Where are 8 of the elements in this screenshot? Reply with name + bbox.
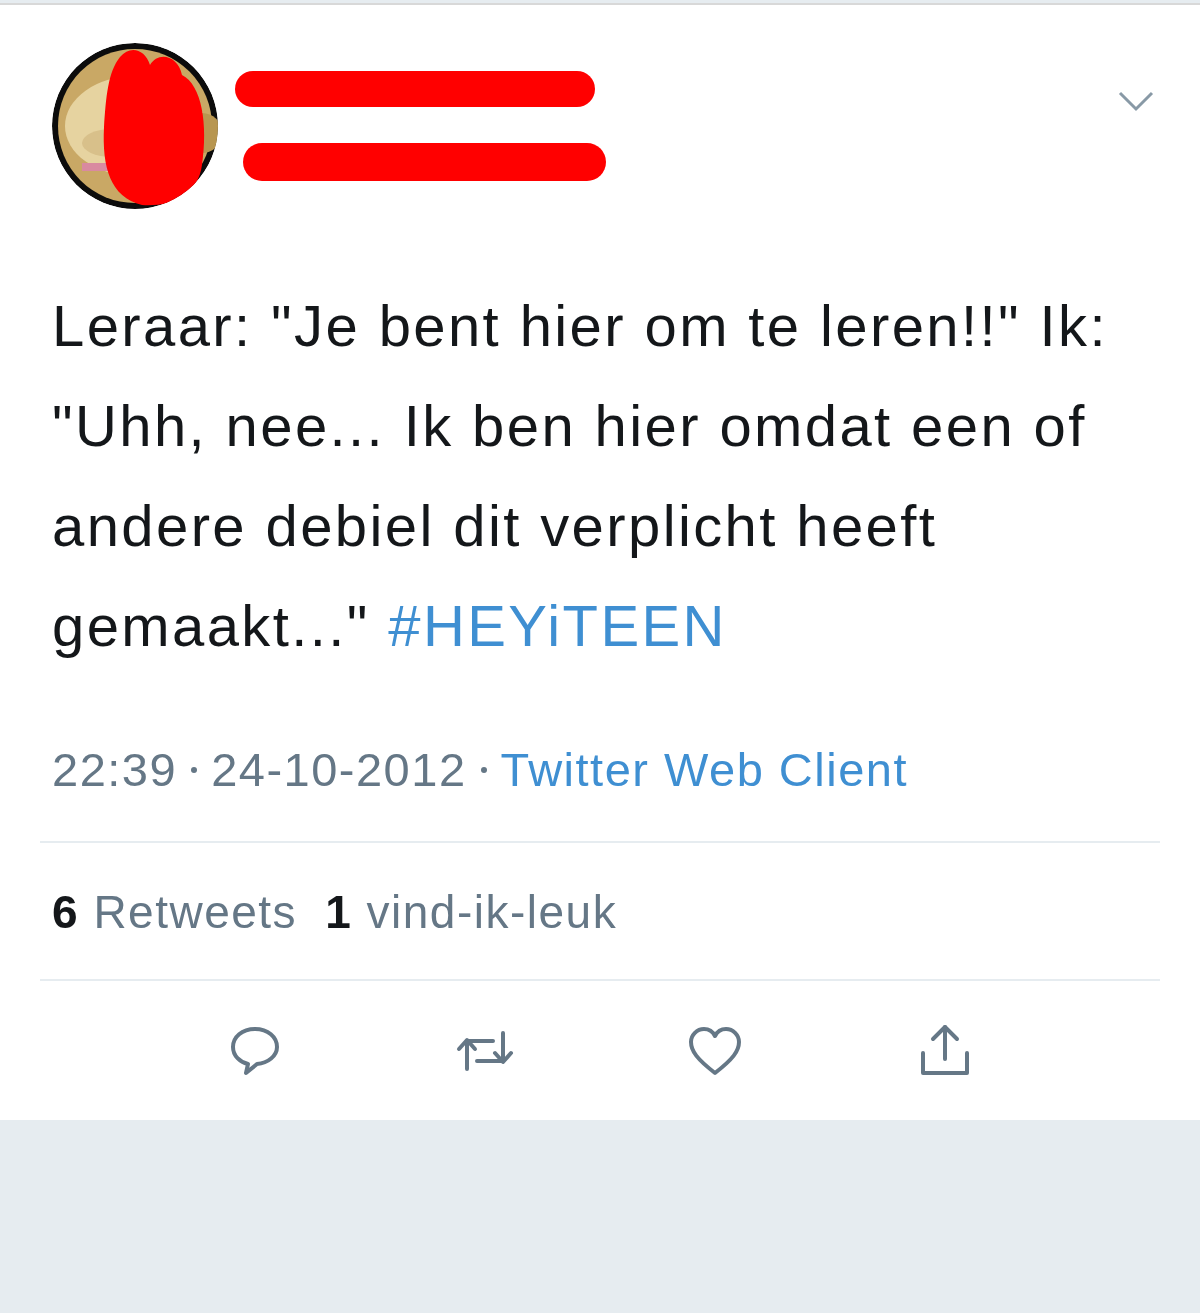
tweet-time: 22:39 [52, 742, 178, 797]
tweet-date: 24-10-2012 [211, 742, 467, 797]
stat-count[interactable]: 1 vind-ik-leuk [325, 885, 618, 939]
chevron-down-icon[interactable] [1118, 91, 1154, 113]
separator-dot-icon [480, 766, 487, 773]
separator-dot-icon [191, 766, 198, 773]
tweet-text: Leraar: "Je bent hier om te leren!!" Ik: "Uhh, nee... Ik ben hier omdat een of andere debiel dit verplicht heeft gemaakt..." #HEYiTEEN [52, 292, 1109, 660]
stat-count[interactable]: 6 Retweets [52, 885, 298, 939]
